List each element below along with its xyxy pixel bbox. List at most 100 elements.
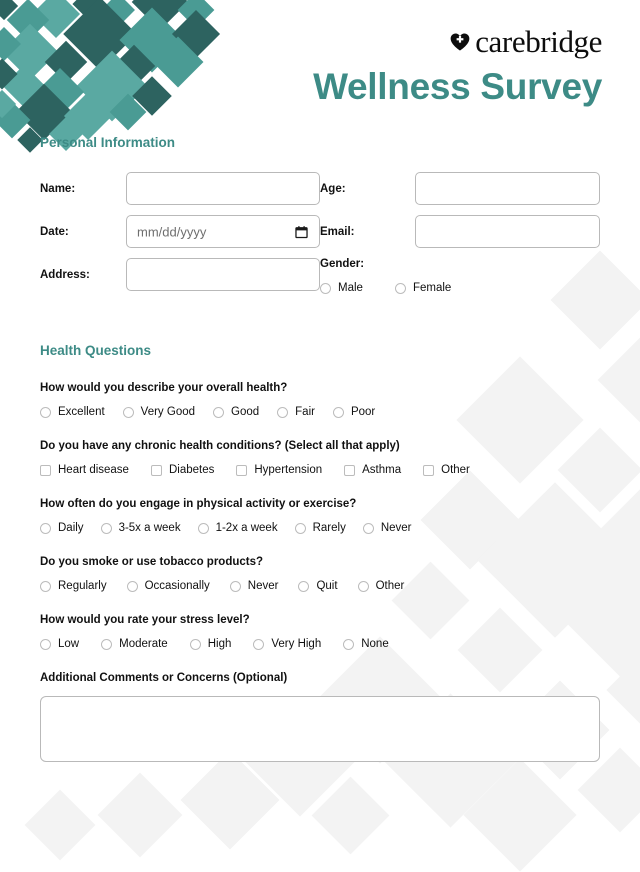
question-text: How would you describe your overall heal… bbox=[40, 382, 288, 394]
address-label: Address: bbox=[40, 268, 90, 281]
page-title: Wellness Survey bbox=[313, 66, 602, 107]
question-text: How often do you engage in physical acti… bbox=[40, 498, 357, 510]
gender-option-label: Male bbox=[338, 282, 363, 294]
option-label: Other bbox=[375, 580, 405, 592]
section-title-personal-information: Personal Information bbox=[40, 135, 176, 150]
additional-comments-textarea[interactable] bbox=[40, 696, 600, 762]
email-input[interactable] bbox=[415, 215, 600, 248]
option-label: Never bbox=[247, 580, 279, 592]
option-other-tobacco[interactable]: Other bbox=[357, 580, 405, 592]
option-occasionally[interactable]: Occasionally bbox=[126, 580, 210, 592]
option-regularly[interactable]: Regularly bbox=[40, 580, 107, 592]
question-text: Do you have any chronic health condition… bbox=[40, 440, 400, 452]
option-label: Heart disease bbox=[58, 464, 129, 476]
radio-icon[interactable] bbox=[320, 282, 331, 294]
radio-icon[interactable] bbox=[100, 522, 112, 534]
option-daily[interactable]: Daily bbox=[40, 522, 84, 534]
option-never-tobacco[interactable]: Never bbox=[229, 580, 279, 592]
field-row-age: Age: bbox=[320, 172, 600, 205]
additional-comments-block: Additional Comments or Concerns (Optiona… bbox=[40, 672, 600, 767]
gender-option-male[interactable]: Male bbox=[320, 282, 363, 294]
option-1-2x-a-week[interactable]: 1-2x a week bbox=[197, 522, 278, 534]
option-label: Poor bbox=[350, 406, 376, 418]
gender-option-female[interactable]: Female bbox=[394, 282, 452, 294]
option-other-condition[interactable]: Other bbox=[423, 464, 470, 476]
question-text: How would you rate your stress level? bbox=[40, 614, 250, 626]
option-diabetes[interactable]: Diabetes bbox=[150, 464, 215, 476]
option-fair[interactable]: Fair bbox=[277, 406, 315, 418]
option-asthma[interactable]: Asthma bbox=[344, 464, 401, 476]
name-input[interactable] bbox=[126, 172, 320, 205]
option-good[interactable]: Good bbox=[213, 406, 259, 418]
radio-icon[interactable] bbox=[343, 638, 355, 650]
option-poor[interactable]: Poor bbox=[332, 406, 376, 418]
checkbox-icon[interactable] bbox=[40, 464, 51, 476]
option-label: Occasionally bbox=[144, 580, 210, 592]
additional-comments-label: Additional Comments or Concerns (Optiona… bbox=[40, 672, 288, 684]
option-hypertension[interactable]: Hypertension bbox=[236, 464, 322, 476]
date-input[interactable]: mm/dd/yyyy bbox=[126, 215, 320, 248]
radio-icon[interactable] bbox=[332, 406, 344, 418]
option-label: High bbox=[207, 638, 232, 650]
gender-options: Male Female bbox=[320, 282, 600, 294]
option-low[interactable]: Low bbox=[40, 638, 79, 650]
checkbox-icon[interactable] bbox=[344, 464, 356, 476]
radio-icon[interactable] bbox=[277, 406, 289, 418]
checkbox-icon[interactable] bbox=[150, 464, 162, 476]
gender-block: Gender: Male Female bbox=[320, 258, 600, 294]
option-very-good[interactable]: Very Good bbox=[122, 406, 196, 418]
option-never-activity[interactable]: Never bbox=[362, 522, 412, 534]
question-chronic-conditions: Do you have any chronic health condition… bbox=[40, 440, 600, 476]
option-label: Low bbox=[58, 638, 80, 650]
question-options: Heart disease Diabetes Hypertension Asth… bbox=[40, 464, 600, 476]
gender-option-label: Female bbox=[412, 282, 452, 294]
question-physical-activity: How often do you engage in physical acti… bbox=[40, 498, 600, 534]
option-very-high[interactable]: Very High bbox=[253, 638, 321, 650]
heart-plus-icon bbox=[450, 32, 470, 51]
option-3-5x-a-week[interactable]: 3-5x a week bbox=[100, 522, 181, 534]
field-row-date: Date: mm/dd/yyyy bbox=[40, 215, 320, 248]
personal-info-right-column: Age: Email: Gender: Male Female bbox=[320, 172, 600, 301]
option-high[interactable]: High bbox=[189, 638, 232, 650]
option-moderate[interactable]: Moderate bbox=[101, 638, 168, 650]
radio-icon[interactable] bbox=[229, 580, 241, 592]
field-row-name: Name: bbox=[40, 172, 320, 205]
checkbox-icon[interactable] bbox=[423, 464, 435, 476]
radio-icon[interactable] bbox=[197, 522, 209, 534]
address-input[interactable] bbox=[126, 258, 320, 291]
option-heart-disease[interactable]: Heart disease bbox=[40, 464, 129, 476]
option-none[interactable]: None bbox=[343, 638, 389, 650]
form-content: Personal Information Name: Date: mm/dd/y… bbox=[0, 135, 640, 767]
option-label: Moderate bbox=[119, 638, 168, 650]
question-options: Daily 3-5x a week 1-2x a week Rarely Nev… bbox=[40, 522, 600, 534]
option-label: Diabetes bbox=[168, 464, 215, 476]
personal-information-grid: Name: Date: mm/dd/yyyy Address: Age: Ema… bbox=[40, 172, 600, 301]
option-excellent[interactable]: Excellent bbox=[40, 406, 105, 418]
checkbox-icon[interactable] bbox=[236, 464, 248, 476]
option-label: Excellent bbox=[58, 406, 105, 418]
radio-icon[interactable] bbox=[40, 580, 51, 592]
radio-icon[interactable] bbox=[40, 522, 51, 534]
radio-icon[interactable] bbox=[362, 522, 374, 534]
option-rarely[interactable]: Rarely bbox=[294, 522, 346, 534]
age-input[interactable] bbox=[415, 172, 600, 205]
radio-icon[interactable] bbox=[394, 282, 406, 294]
radio-icon[interactable] bbox=[40, 406, 51, 418]
option-label: None bbox=[361, 638, 389, 650]
radio-icon[interactable] bbox=[126, 580, 138, 592]
radio-icon[interactable] bbox=[298, 580, 310, 592]
radio-icon[interactable] bbox=[294, 522, 306, 534]
radio-icon[interactable] bbox=[213, 406, 225, 418]
radio-icon[interactable] bbox=[189, 638, 201, 650]
option-label: Very Good bbox=[140, 406, 196, 418]
radio-icon[interactable] bbox=[357, 580, 369, 592]
radio-icon[interactable] bbox=[122, 406, 134, 418]
radio-icon[interactable] bbox=[101, 638, 113, 650]
radio-icon[interactable] bbox=[253, 638, 265, 650]
option-label: Very High bbox=[271, 638, 322, 650]
option-quit[interactable]: Quit bbox=[298, 580, 338, 592]
page-header: carebridge Wellness Survey bbox=[0, 0, 640, 135]
question-options: Low Moderate High Very High None bbox=[40, 638, 600, 650]
calendar-icon[interactable] bbox=[295, 225, 308, 238]
radio-icon[interactable] bbox=[40, 638, 51, 650]
